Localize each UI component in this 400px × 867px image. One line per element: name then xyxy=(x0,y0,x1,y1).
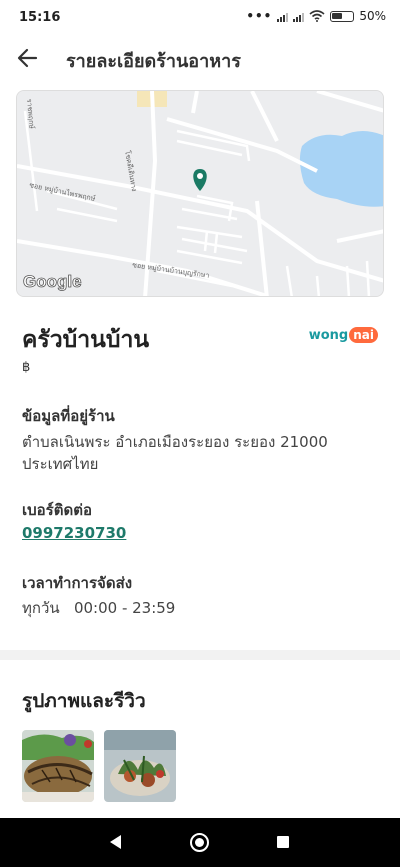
address-value: ตำบลเนินพระ อำเภอเมืองระยอง ระยอง 21000 … xyxy=(22,431,328,475)
system-nav-bar xyxy=(0,818,400,867)
gallery-title: รูปภาพและรีวิว xyxy=(22,690,146,712)
address-line-1: ตำบลเนินพระ อำเภอเมืองระยอง ระยอง 21000 xyxy=(22,433,328,451)
nav-home-icon[interactable] xyxy=(190,833,209,852)
google-logo: Google xyxy=(23,272,82,291)
nav-recents-icon[interactable] xyxy=(277,836,289,848)
contact-label: เบอร์ติดต่อ xyxy=(22,501,92,519)
section-divider xyxy=(0,650,400,660)
delivery-hours-label: เวลาทำการจัดส่ง xyxy=(22,574,133,592)
photo-grilled-fish[interactable] xyxy=(22,730,94,802)
battery-icon xyxy=(330,10,355,22)
location-map[interactable]: โชคดีเดินทาง ซอย หมู่บ้านไพรพฤกษ์ ซอย หม… xyxy=(16,90,384,297)
photo-salad[interactable] xyxy=(104,730,176,802)
page-title: รายละเอียดร้านอาหาร xyxy=(66,51,241,72)
wifi-icon xyxy=(309,10,325,22)
signal-2-icon xyxy=(293,11,305,22)
wongnai-logo-badge: nai xyxy=(349,327,378,343)
app-header: รายละเอียดร้านอาหาร xyxy=(0,36,400,80)
arrow-left-icon[interactable] xyxy=(14,44,42,72)
address-line-2: ประเทศไทย xyxy=(22,455,99,473)
nav-back-icon[interactable] xyxy=(110,835,121,849)
notification-dots-icon: ••• xyxy=(246,9,273,23)
salad-photo-image xyxy=(104,730,176,802)
phone-link[interactable]: 0997230730 xyxy=(22,522,126,544)
status-icons: ••• 50% xyxy=(246,9,386,23)
restaurant-name: ครัวบ้านบ้าน xyxy=(22,327,150,353)
price-level: ฿ xyxy=(22,360,31,375)
battery-percent: 50% xyxy=(359,9,386,23)
delivery-hours-value: ทุกวัน 00:00 - 23:59 xyxy=(22,599,176,617)
map-canvas: โชคดีเดินทาง ซอย หมู่บ้านไพรพฤกษ์ ซอย หม… xyxy=(17,91,383,296)
wongnai-logo-text: wong xyxy=(308,327,349,343)
signal-icon xyxy=(277,11,289,22)
address-label: ข้อมูลที่อยู่ร้าน xyxy=(22,407,115,425)
status-bar: 15:16 ••• 50% xyxy=(0,0,400,36)
grilled-fish-photo-image xyxy=(22,730,94,802)
status-time: 15:16 xyxy=(19,10,61,25)
wongnai-logo: wong nai xyxy=(309,327,378,343)
